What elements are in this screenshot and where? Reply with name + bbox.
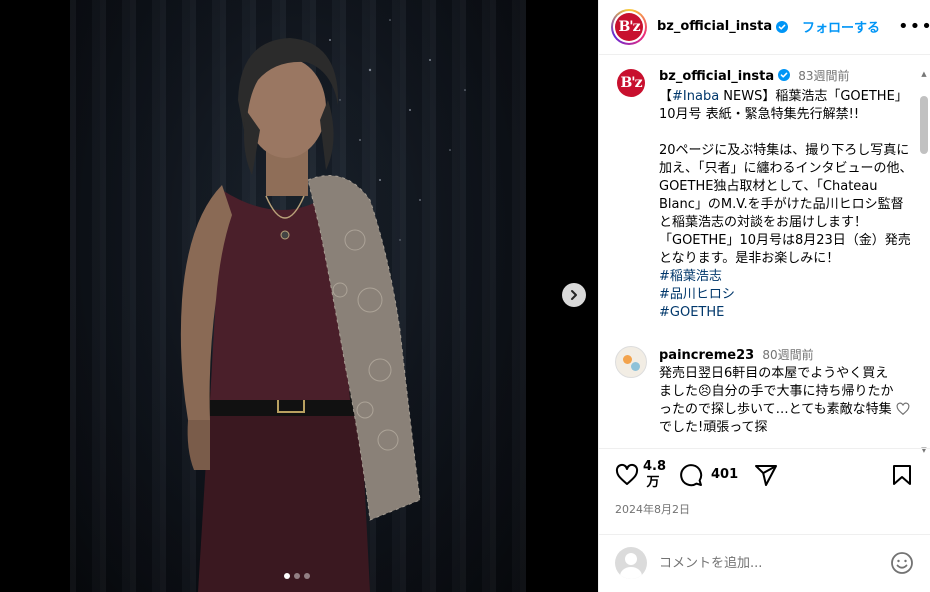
caption-body: bz_official_insta 83週間前 【#Inaba NEWS】稲葉浩… <box>659 67 914 322</box>
commenter-username[interactable]: paincreme23 <box>659 348 754 363</box>
more-options-button[interactable]: ••• <box>898 17 930 36</box>
like-count-unit: 万 <box>646 474 660 490</box>
chevron-right-icon <box>571 290 577 300</box>
comment-count[interactable]: 401 <box>711 467 738 483</box>
author-avatar[interactable]: B'z <box>611 8 647 45</box>
avatar-inner: B'z <box>613 10 645 43</box>
post-date[interactable]: 2024年8月2日 <box>615 501 914 517</box>
action-bar: 4.8 万 401 2024年8月2日 <box>599 447 930 534</box>
comment-input[interactable] <box>659 555 878 571</box>
carousel-dot <box>284 573 290 579</box>
comments-scroll-area[interactable]: B'z bz_official_insta 83週間前 【#Inaba NEWS… <box>599 55 930 448</box>
like-button[interactable]: 4.8 万 <box>615 458 667 491</box>
current-user-avatar <box>615 547 647 580</box>
scrollbar-thumb[interactable] <box>920 96 928 154</box>
share-icon <box>755 464 778 486</box>
man-figure-image <box>180 19 466 592</box>
add-comment-bar <box>599 533 930 592</box>
caption-main-text: NEWS】稲葉浩志「GOETHE」10月号 表紙・緊急特集先行解禁!! 20ペー… <box>659 88 913 266</box>
post-dialog: B'z bz_official_insta フォローする ••• B'z bz_… <box>0 0 930 592</box>
comment-time[interactable]: 80週間前 <box>762 348 813 362</box>
hashtag-link[interactable]: #品川ヒロシ <box>659 286 914 304</box>
post-photo <box>70 0 526 592</box>
hashtag-link[interactable]: #GOETHE <box>659 304 914 322</box>
comment-icon <box>680 464 703 486</box>
scrollbar[interactable]: ▲ ▼ <box>918 70 930 454</box>
verified-badge-icon <box>776 20 789 33</box>
caption-time[interactable]: 83週間前 <box>798 69 849 83</box>
caption-prefix: 【 <box>659 88 673 104</box>
post-side-panel: B'z bz_official_insta フォローする ••• B'z bz_… <box>598 0 930 592</box>
hashtag-link[interactable]: #稲葉浩志 <box>659 268 914 286</box>
bookmark-icon <box>893 464 911 485</box>
like-count-number: 4.8 <box>643 458 667 474</box>
author-username[interactable]: bz_official_insta <box>657 19 772 34</box>
follow-button[interactable]: フォローする <box>802 17 880 36</box>
share-button[interactable] <box>754 463 778 487</box>
like-count[interactable]: 4.8 万 <box>643 458 667 491</box>
post-media <box>0 0 598 592</box>
hashtag-link[interactable]: #Inaba <box>672 89 719 104</box>
verified-badge-icon <box>778 68 791 81</box>
brand-logo: B'z <box>617 68 645 97</box>
emoji-icon[interactable] <box>890 551 914 575</box>
caption-avatar[interactable]: B'z <box>615 66 647 99</box>
comment-body: paincreme23 80週間前 発売日翌日6軒目の本屋でようやく買えました😣… <box>659 346 914 437</box>
comment-like-heart-icon[interactable] <box>896 402 910 416</box>
brand-logo: B'z <box>615 12 643 41</box>
action-row: 4.8 万 401 <box>615 455 914 495</box>
carousel-indicator <box>284 573 310 579</box>
carousel-dot <box>304 573 310 579</box>
save-button[interactable] <box>890 463 914 487</box>
comment-text: 発売日翌日6軒目の本屋でようやく買えました😣自分の手で大事に持ち帰りたかったので… <box>659 365 894 435</box>
caption-username[interactable]: bz_official_insta <box>659 69 774 84</box>
comment-item: paincreme23 80週間前 発売日翌日6軒目の本屋でようやく買えました😣… <box>615 345 914 437</box>
comment-button[interactable]: 401 <box>679 463 738 487</box>
commenter-avatar[interactable] <box>615 345 647 378</box>
caption-text: 【#Inaba NEWS】稲葉浩志「GOETHE」10月号 表紙・緊急特集先行解… <box>659 88 914 268</box>
heart-icon <box>615 463 639 485</box>
carousel-dot <box>294 573 300 579</box>
next-photo-button[interactable] <box>562 283 586 307</box>
post-header: B'z bz_official_insta フォローする ••• <box>599 0 930 55</box>
scroll-up-arrow[interactable]: ▲ <box>920 70 928 78</box>
caption-row: B'z bz_official_insta 83週間前 【#Inaba NEWS… <box>615 66 914 322</box>
